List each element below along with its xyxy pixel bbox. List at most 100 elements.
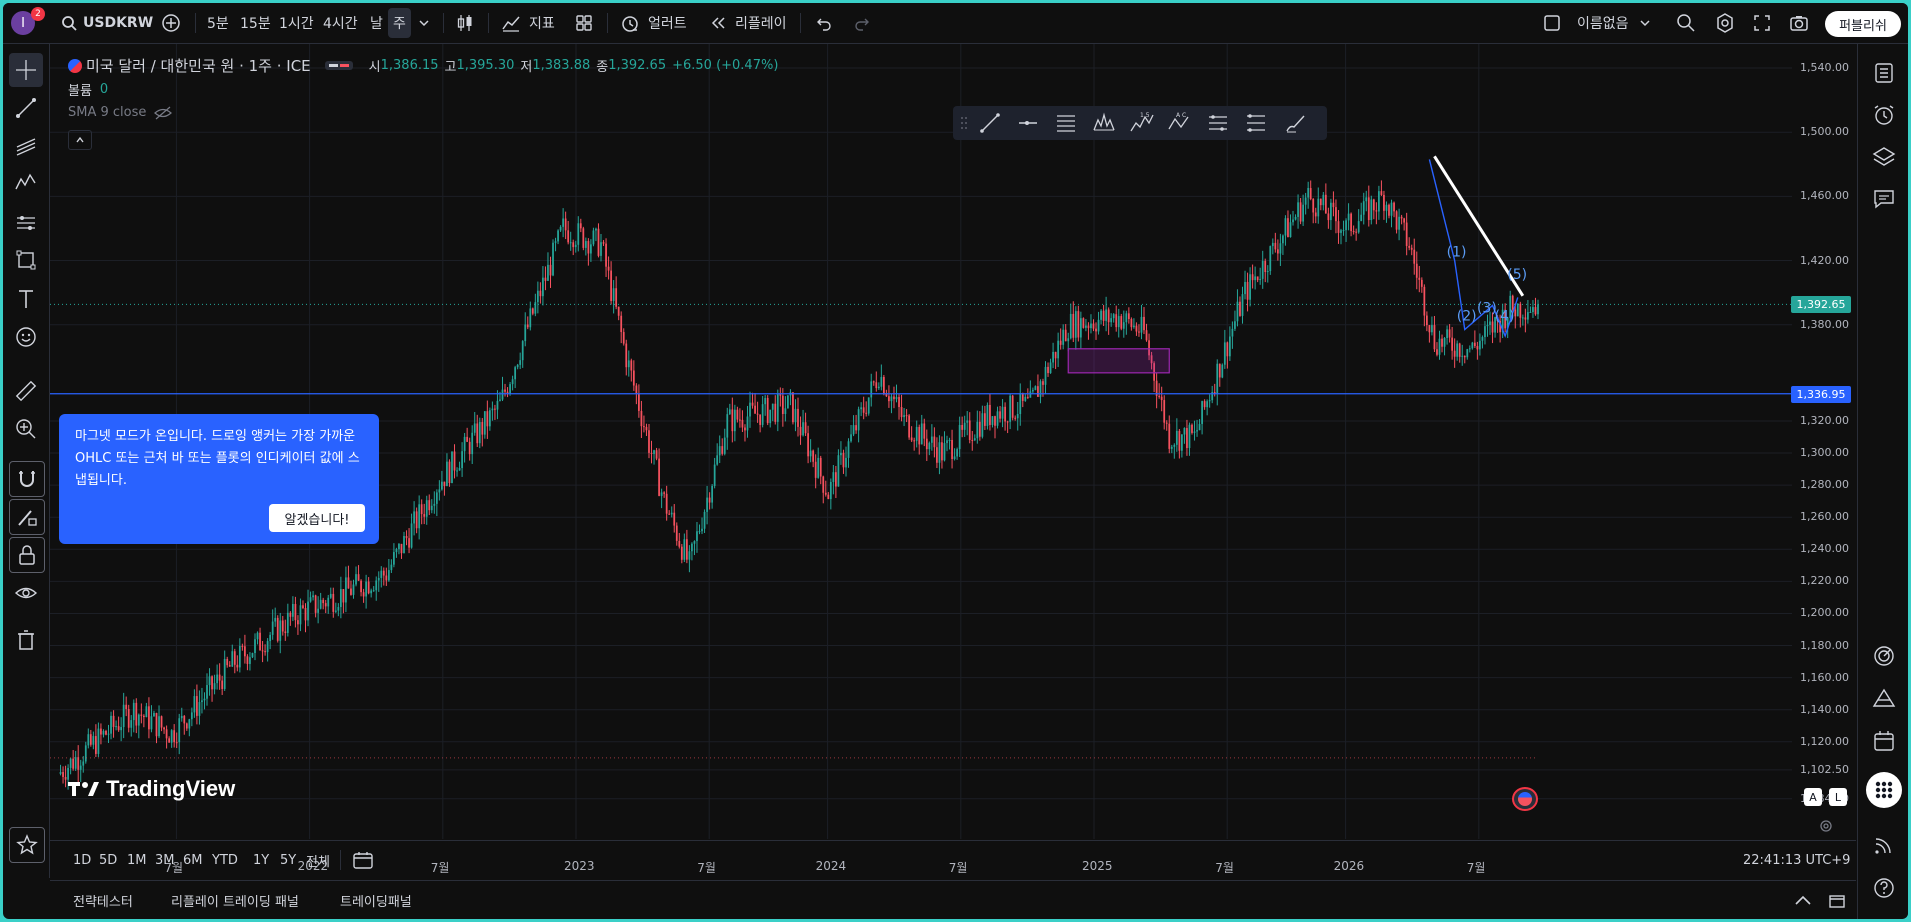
screener-button[interactable] <box>1870 684 1898 712</box>
auto-scale-button[interactable]: A <box>1804 788 1822 806</box>
publish-button[interactable]: 퍼블리쉬 <box>1825 11 1901 37</box>
volume-label: 볼륨 <box>68 84 92 99</box>
fib-retracement-icon[interactable] <box>1053 111 1079 135</box>
drag-handle-icon[interactable] <box>957 111 971 135</box>
compare-symbol-button[interactable] <box>161 3 181 43</box>
undo-icon <box>817 18 831 31</box>
lock-drawings-tool[interactable] <box>9 537 45 573</box>
brush-icon[interactable] <box>1283 111 1309 135</box>
price-scale[interactable]: 1,540.00 1,500.00 1,460.00 1,420.00 1,380.00… <box>1792 44 1857 840</box>
layouts-templates-button[interactable] <box>575 3 593 43</box>
timeframe-week[interactable]: 주 <box>388 8 411 38</box>
range-all[interactable]: 전체 <box>306 841 330 879</box>
candle-body <box>1085 325 1087 328</box>
candle-body <box>1165 422 1168 424</box>
timeframe-4h[interactable]: 4시간 <box>323 3 358 43</box>
candle-body <box>499 399 501 401</box>
economic-event-marker[interactable] <box>1512 787 1538 811</box>
watchlist-button[interactable] <box>1870 59 1898 87</box>
collapse-panel-button[interactable] <box>1794 881 1812 919</box>
trend-line-icon[interactable] <box>977 111 1003 135</box>
eye-off-icon[interactable] <box>154 106 173 120</box>
crosshair-tool[interactable] <box>9 53 43 87</box>
products-menu-button[interactable] <box>1866 772 1902 808</box>
pattern-tool[interactable] <box>9 166 43 200</box>
zoom-tool[interactable] <box>9 412 43 446</box>
range-1m[interactable]: 1M <box>127 841 147 879</box>
volume-legend[interactable]: 볼륨 0 <box>68 80 108 99</box>
quick-search-button[interactable] <box>1676 3 1696 43</box>
maximize-panel-button[interactable] <box>1828 881 1846 919</box>
hline-price-tag[interactable]: 1,336.95 <box>1791 385 1851 403</box>
candle-body <box>1486 325 1489 327</box>
redo-button[interactable] <box>853 3 871 43</box>
alerts-panel-button[interactable] <box>1870 101 1898 129</box>
candle-body <box>393 552 395 565</box>
help-button[interactable] <box>1870 874 1898 902</box>
trend-line-tool[interactable] <box>9 91 43 125</box>
fib-timezone-icon[interactable] <box>1243 111 1269 135</box>
range-1d[interactable]: 1D <box>73 841 91 879</box>
symbol-description[interactable]: 미국 달러 / 대한민국 원 · 1주 · ICE <box>86 55 311 76</box>
indicators-button[interactable]: 지표 <box>501 3 555 43</box>
ideas-stream-button[interactable] <box>1870 642 1898 670</box>
go-to-date-button[interactable] <box>352 841 374 879</box>
text-tool[interactable] <box>9 282 43 316</box>
range-5y[interactable]: 5Y <box>280 841 296 879</box>
got-it-button[interactable]: 알겠습니다! <box>269 504 365 532</box>
open-value: 1,386.15 <box>380 58 439 73</box>
replay-button[interactable]: 리플레이 <box>709 3 787 43</box>
symbol-search-button[interactable]: USDKRW <box>61 3 153 43</box>
timeframe-1h[interactable]: 1시간 <box>279 3 314 43</box>
magnet-mode-tool[interactable] <box>9 461 45 497</box>
alerts-button[interactable]: 얼러트 <box>620 3 687 43</box>
timeframe-5m[interactable]: 5분 <box>207 3 229 43</box>
timeframe-dropdown[interactable] <box>418 3 430 43</box>
range-1y[interactable]: 1Y <box>253 841 269 879</box>
gear-icon[interactable] <box>1819 819 1833 833</box>
range-6m[interactable]: 6M <box>183 841 203 879</box>
timeframe-day[interactable]: 날 <box>370 3 383 43</box>
shape-tool[interactable] <box>9 243 43 277</box>
forecast-tool[interactable] <box>9 206 43 240</box>
remove-drawings-tool[interactable] <box>9 623 43 657</box>
candle-body <box>1405 222 1408 246</box>
hide-drawings-tool[interactable] <box>9 576 43 610</box>
layout-menu-button[interactable]: 이름없음 <box>1543 3 1651 43</box>
chart-type-button[interactable] <box>455 3 475 43</box>
panel-tab-replay-trading[interactable]: 리플레이 트레이딩 패널 <box>171 881 299 919</box>
measure-tool[interactable] <box>9 374 43 408</box>
streams-button[interactable] <box>1870 831 1898 859</box>
sma-legend[interactable]: SMA 9 close <box>68 105 173 120</box>
clock-timezone[interactable]: 22:41:13 UTC+9 <box>1743 841 1850 879</box>
horizontal-ray-icon[interactable] <box>1015 111 1041 135</box>
timeframe-15m[interactable]: 15분 <box>240 3 271 43</box>
elliott-impulse-icon[interactable]: 1 5 <box>1129 111 1155 135</box>
chats-button[interactable] <box>1870 185 1898 213</box>
snapshot-button[interactable] <box>1789 3 1809 43</box>
object-tree-button[interactable] <box>1870 143 1898 171</box>
legend-toggle[interactable] <box>324 61 353 70</box>
stay-in-drawing-mode-tool[interactable] <box>9 499 45 535</box>
undo-button[interactable] <box>815 3 833 43</box>
fullscreen-button[interactable] <box>1753 3 1771 43</box>
elliott-correction-icon[interactable]: A C <box>1167 111 1193 135</box>
fib-tool[interactable] <box>9 128 43 162</box>
emoji-tool[interactable] <box>9 320 43 354</box>
log-scale-button[interactable]: L <box>1829 788 1847 806</box>
range-3m[interactable]: 3M <box>155 841 175 879</box>
range-ytd[interactable]: YTD <box>212 841 238 879</box>
tradingview-logo[interactable]: TradingView <box>68 776 235 802</box>
current-price-tag[interactable]: 1,392.65 <box>1791 296 1851 314</box>
candle-body <box>1254 276 1257 281</box>
favorites-tool[interactable] <box>9 827 45 863</box>
head-shoulders-icon[interactable] <box>1091 111 1117 135</box>
collapse-legend-button[interactable] <box>68 130 92 150</box>
panel-tab-strategy-tester[interactable]: 전략테스터 <box>73 881 133 919</box>
candle-body <box>241 645 244 647</box>
date-price-range-icon[interactable] <box>1205 111 1231 135</box>
settings-button[interactable] <box>1715 3 1735 43</box>
panel-tab-trading[interactable]: 트레이딩패널 <box>340 881 412 919</box>
calendar-button[interactable] <box>1870 727 1898 755</box>
range-5d[interactable]: 5D <box>99 841 117 879</box>
